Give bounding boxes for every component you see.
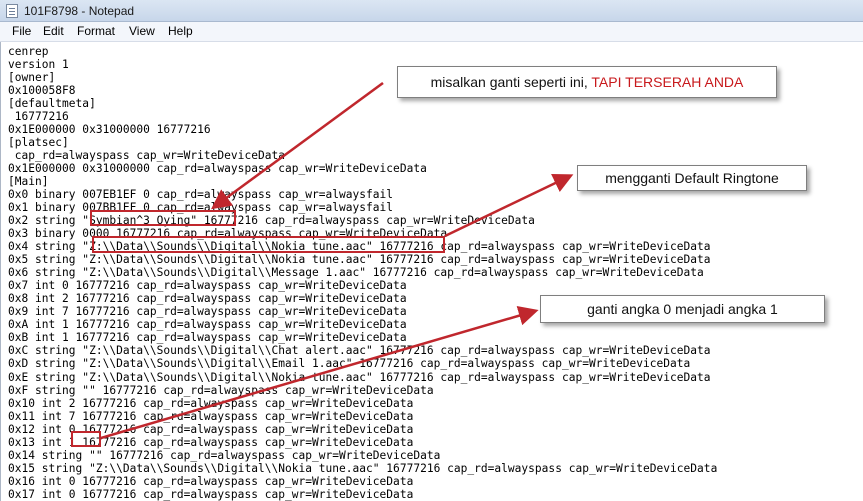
editor-line: [owner] — [8, 71, 56, 85]
editor-line: 0xF string "" 16777216 cap_rd=alwayspass… — [8, 383, 434, 397]
editor-line: 0xB int 1 16777216 cap_rd=alwayspass cap… — [8, 331, 407, 345]
editor-line: 0x16 int 0 16777216 cap_rd=alwayspass ca… — [8, 474, 414, 488]
window-title: 101F8798 - Notepad — [24, 4, 135, 18]
editor-line: 0x13 int 1 16777216 cap_rd=alwayspass ca… — [8, 435, 414, 449]
editor-line: 0x15 string "Z:\\Data\\Sounds\\Digital\\… — [8, 461, 718, 475]
editor-line: 0xE string "Z:\\Data\\Sounds\\Digital\\N… — [8, 370, 711, 384]
callout-change-name-text: misalkan ganti seperti ini, — [430, 74, 592, 90]
editor-line: [Main] — [8, 175, 49, 189]
notepad-app-icon — [6, 4, 18, 18]
editor-line: 0xC string "Z:\\Data\\Sounds\\Digital\\C… — [8, 344, 711, 358]
callout-default-ringtone-text: mengganti Default Ringtone — [605, 170, 779, 186]
editor-line: 0x8 int 2 16777216 cap_rd=alwayspass cap… — [8, 292, 407, 306]
editor-line: cap_rd=alwayspass cap_wr=WriteDeviceData — [8, 149, 285, 163]
editor-line: 0x1E000000 0x31000000 cap_rd=alwayspass … — [8, 162, 427, 176]
window-titlebar[interactable]: 101F8798 - Notepad — [0, 0, 863, 22]
editor-line: 0x0 binary 007EB1EF 0 cap_rd=alwayspass … — [8, 188, 394, 202]
callout-change-number: ganti angka 0 menjadi angka 1 — [540, 295, 825, 323]
editor-line: 0x17 int 0 16777216 cap_rd=alwayspass ca… — [8, 487, 414, 501]
menu-help[interactable]: Help — [165, 24, 196, 38]
callout-change-name: misalkan ganti seperti ini, TAPI TERSERA… — [397, 66, 777, 98]
callout-default-ringtone: mengganti Default Ringtone — [577, 165, 807, 191]
menu-file[interactable]: File — [9, 24, 34, 38]
editor-line: 0xD string "Z:\\Data\\Sounds\\Digital\\E… — [8, 357, 691, 371]
editor-line: 0xA int 1 16777216 cap_rd=alwayspass cap… — [8, 318, 407, 332]
editor-line: [defaultmeta] — [8, 97, 96, 111]
editor-line: 0x11 int 7 16777216 cap_rd=alwayspass ca… — [8, 409, 414, 423]
editor-line: 0x1E000000 0x31000000 16777216 — [8, 123, 211, 137]
highlight-default-ringtone — [92, 236, 445, 253]
editor-line: 0x14 string "" 16777216 cap_rd=alwayspas… — [8, 448, 441, 462]
editor-line: version 1 — [8, 58, 69, 72]
menu-edit[interactable]: Edit — [40, 24, 67, 38]
highlight-int-value — [71, 431, 101, 447]
editor-line: 0x10 int 2 16777216 cap_rd=alwayspass ca… — [8, 396, 414, 410]
editor-line: 16777216 — [8, 110, 69, 124]
menu-format[interactable]: Format — [74, 24, 118, 38]
text-editor[interactable]: cenrep version 1 [owner] 0x100058F8 [default… — [0, 42, 863, 501]
editor-line: [platsec] — [8, 136, 69, 150]
callout-change-number-text: ganti angka 0 menjadi angka 1 — [587, 301, 778, 317]
editor-line: 0x9 int 7 16777216 cap_rd=alwayspass cap… — [8, 305, 407, 319]
editor-line: 0x7 int 0 16777216 cap_rd=alwayspass cap… — [8, 279, 407, 293]
editor-line: cenrep — [8, 45, 49, 58]
editor-line: 0x5 string "Z:\\Data\\Sounds\\Digital\\N… — [8, 253, 711, 267]
editor-line: 0x6 string "Z:\\Data\\Sounds\\Digital\\M… — [8, 266, 704, 280]
editor-line: 0x2 string "Symbian^3 Oying" 16777216 ca… — [8, 214, 535, 228]
menu-view[interactable]: View — [126, 24, 158, 38]
editor-line: 0x100058F8 — [8, 84, 76, 98]
highlight-device-name — [90, 210, 236, 226]
editor-line: 0x12 int 0 16777216 cap_rd=alwayspass ca… — [8, 422, 414, 436]
callout-change-name-highlight: TAPI TERSERAH ANDA — [591, 74, 744, 90]
menu-bar: File Edit Format View Help — [0, 22, 863, 42]
